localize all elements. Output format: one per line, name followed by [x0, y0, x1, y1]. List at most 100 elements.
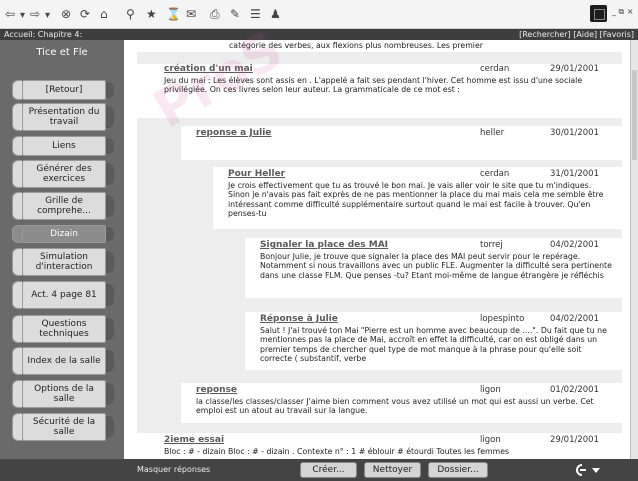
clean-button[interactable]: Nettoyer: [364, 462, 421, 478]
sidebar-item-act4[interactable]: Act. 4 page 81: [22, 281, 106, 309]
message-title-link[interactable]: Signaler la place des MAI: [260, 240, 388, 250]
browser-toolbar: ⇦ ▾ ⇨ ▾ ⊗ ⟳ ⌂ ⚲ ★ ⌛ ✉ ⎙ ✎ ☰ ♟ _ ⧉ ×: [0, 0, 638, 29]
sidebar-tab-edge: [12, 136, 22, 156]
sidebar-tab-edge: [12, 103, 22, 131]
sidebar-tab-edge: [106, 350, 114, 372]
sidebar-tab-edge: [106, 106, 114, 128]
sidebar-tab-edge: [12, 248, 22, 276]
sidebar-item-dizain[interactable]: Dizain: [22, 225, 106, 243]
chevron-down-icon[interactable]: ▾: [20, 9, 25, 23]
chevron-down-icon[interactable]: ▾: [45, 9, 50, 23]
message-title-link[interactable]: 2ieme essai: [164, 435, 224, 445]
stop-icon[interactable]: ⊗: [61, 7, 71, 21]
sidebar-tab-edge: [106, 138, 114, 154]
thread-panel: catégorie des verbes, aux flexions plus …: [137, 40, 622, 459]
edit-icon[interactable]: ✎: [230, 7, 240, 21]
sidebar-title: Tice et Fle: [36, 47, 88, 58]
message-title-link[interactable]: création d'un mai: [164, 64, 253, 74]
message-title-link[interactable]: reponse a Julie: [196, 128, 271, 138]
message-body: Bloc : # - dizain Bloc : # - dizain . Co…: [164, 447, 510, 456]
sidebar-item-presentation[interactable]: Présentation du travail: [22, 103, 106, 131]
sidebar-tab-edge: [12, 281, 22, 309]
sidebar-tab-edge: [12, 413, 22, 441]
message-card: 2ieme essai ligon 29/01/2001 Bloc : # - …: [137, 433, 622, 459]
bottom-bar: Masquer réponses Créer... Nettoyer Dossi…: [0, 459, 638, 481]
message-author: torrej: [480, 240, 503, 250]
sidebar-item-generer-exercices[interactable]: Générer des exercices: [22, 160, 106, 188]
sidebar-tab-edge: [12, 315, 22, 343]
message-author: ligon: [480, 435, 501, 445]
message-date: 04/02/2001: [550, 314, 599, 324]
refresh-icon[interactable]: ⟳: [80, 7, 90, 21]
sidebar-tab-edge: [12, 225, 22, 243]
mail-icon[interactable]: ✉: [186, 7, 196, 21]
message-card: Pour Heller cerdan 31/01/2001 Je crois e…: [213, 167, 622, 229]
discuss-icon[interactable]: ☰: [250, 7, 261, 21]
message-author: cerdan: [480, 64, 510, 74]
messenger-icon[interactable]: ♟: [270, 7, 281, 21]
sidebar-item-retour[interactable]: [Retour]: [22, 80, 106, 100]
message-body: la classe/les classes/classer J'aime bie…: [196, 397, 594, 416]
vertical-scrollbar[interactable]: [630, 40, 638, 459]
sidebar-tab-edge: [12, 380, 22, 408]
sidebar-tab-edge: [106, 383, 114, 405]
message-body: Jeu du mai : Les élèves sont assis en . …: [164, 76, 583, 95]
sidebar-tab-edge: [12, 347, 22, 375]
message-author: ligon: [480, 385, 501, 395]
message-date: 31/01/2001: [550, 169, 599, 179]
message-card: reponse ligon 01/02/2001 la classe/les c…: [181, 383, 622, 423]
back-icon[interactable]: ⇦: [5, 7, 15, 21]
sidebar-item-questions[interactable]: Questions techniques: [22, 315, 106, 343]
sidebar-tab-edge: [106, 318, 114, 340]
create-button[interactable]: Créer...: [300, 462, 357, 478]
sidebar: Tice et Fle [Retour] Présentation du tra…: [0, 40, 124, 459]
forum-content: catégorie des verbes, aux flexions plus …: [124, 40, 630, 459]
navigation-arrow-icon[interactable]: [572, 463, 604, 477]
message-card: reponse a Julie heller 30/01/2001: [181, 126, 622, 160]
sidebar-item-securite[interactable]: Sécurité de la salle: [22, 413, 106, 441]
message-date: 01/02/2001: [550, 385, 599, 395]
favorites-icon[interactable]: ★: [146, 7, 157, 21]
sidebar-tab-edge: [106, 251, 114, 273]
message-title-link[interactable]: reponse: [196, 385, 237, 395]
message-date: 04/02/2001: [550, 240, 599, 250]
sidebar-item-grille[interactable]: Grille de comprehe...: [22, 192, 106, 220]
header-links[interactable]: [Rechercher] [Aide] [Favoris]: [519, 29, 634, 40]
message-card: catégorie des verbes, aux flexions plus …: [137, 40, 622, 52]
sidebar-tab-edge: [106, 284, 114, 306]
sidebar-tab-edge: [106, 227, 114, 241]
sidebar-item-liens[interactable]: Liens: [22, 136, 106, 156]
message-title-link[interactable]: Réponse à Julie: [260, 314, 338, 324]
sidebar-tab-edge: [12, 160, 22, 188]
home-icon[interactable]: ⌂: [100, 7, 108, 21]
sidebar-tab-edge: [106, 195, 114, 217]
sidebar-item-options[interactable]: Options de la salle: [22, 380, 106, 408]
message-card: création d'un mai cerdan 29/01/2001 Jeu …: [137, 64, 622, 118]
message-body: Je crois effectivement que tu as trouvé …: [228, 181, 604, 219]
message-author: lopespinto: [480, 314, 525, 324]
folder-button[interactable]: Dossier...: [428, 462, 488, 478]
message-card: Signaler la place des MAI torrej 04/02/2…: [245, 238, 622, 298]
message-author: cerdan: [480, 169, 510, 179]
message-author: heller: [480, 128, 505, 138]
message-date: 29/01/2001: [550, 435, 599, 445]
forward-icon[interactable]: ⇨: [30, 7, 40, 21]
sidebar-tab-edge: [12, 192, 22, 220]
breadcrumb: Accueil: Chapitre 4:: [4, 30, 83, 39]
sidebar-tab-edge: [106, 416, 114, 438]
sidebar-tab-edge: [106, 163, 114, 185]
search-icon[interactable]: ⚲: [126, 7, 135, 21]
message-date: 29/01/2001: [550, 64, 599, 74]
window-controls-icon[interactable]: _ ⧉ ×: [612, 5, 634, 19]
message-body: catégorie des verbes, aux flexions plus …: [229, 41, 483, 50]
history-icon[interactable]: ⌛: [166, 7, 181, 21]
sidebar-tab-edge: [106, 82, 114, 98]
message-body: Salut ! J'ai trouvé ton Mai "Pierre est …: [260, 326, 607, 364]
scrollbar-thumb[interactable]: [632, 70, 637, 160]
sidebar-item-index[interactable]: Index de la salle: [22, 347, 106, 375]
sidebar-item-simulation[interactable]: Simulation d'interaction: [22, 248, 106, 276]
print-icon[interactable]: ⎙: [210, 7, 220, 21]
hide-replies-link[interactable]: Masquer réponses: [137, 465, 210, 474]
app-header: Accueil: Chapitre 4: [Rechercher] [Aide]…: [0, 29, 638, 40]
message-title-link[interactable]: Pour Heller: [228, 169, 285, 179]
